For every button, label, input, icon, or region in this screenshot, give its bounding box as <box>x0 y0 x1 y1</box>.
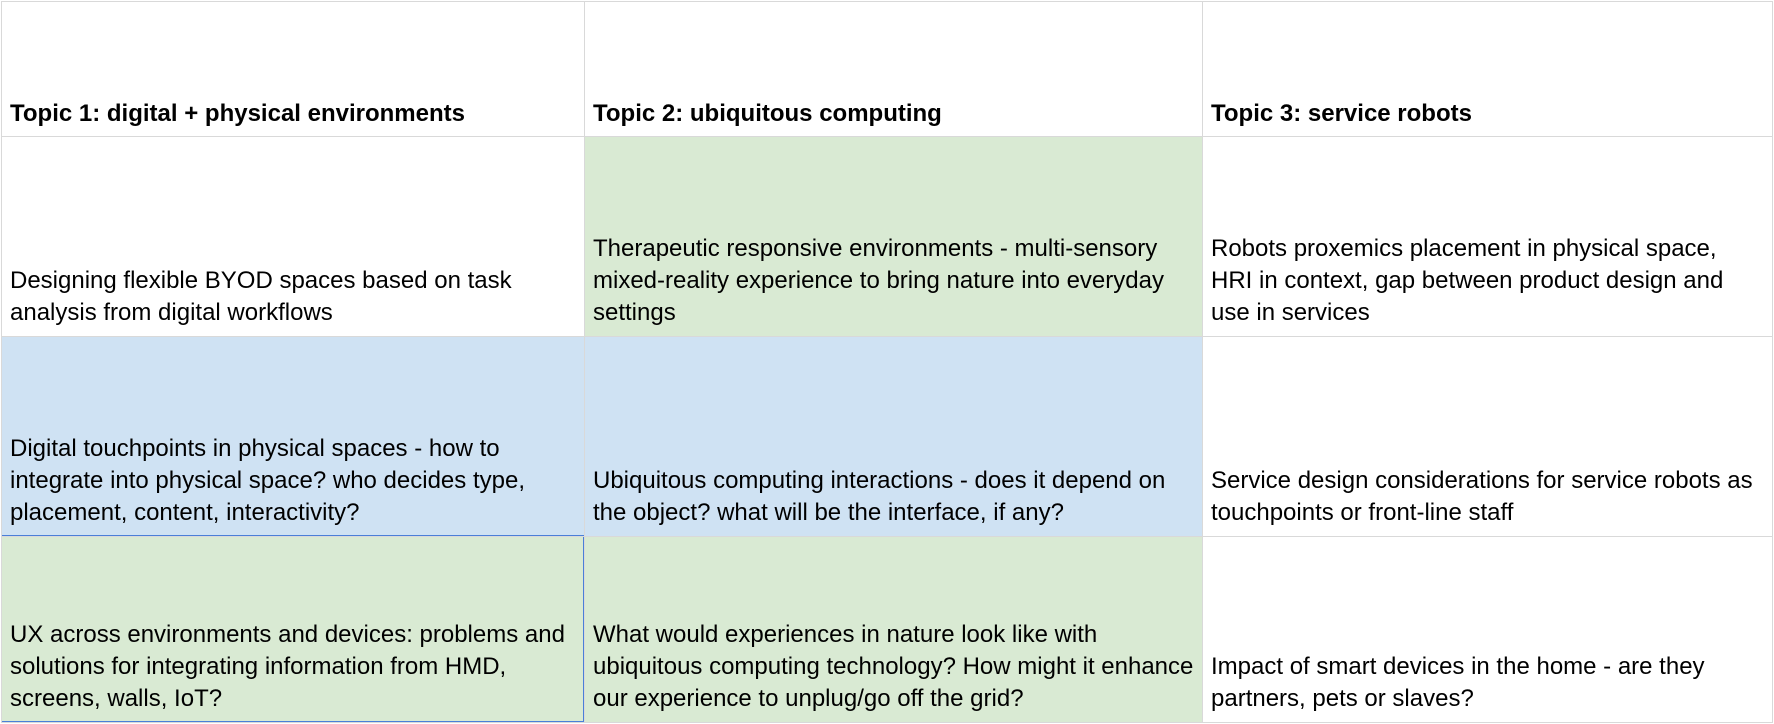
cell-text: Ubiquitous computing interactions - does… <box>593 467 1166 526</box>
cell-r1-c1[interactable]: Designing flexible BYOD spaces based on … <box>1 137 585 337</box>
cell-text: UX across environments and devices: prob… <box>10 621 565 712</box>
header-cell-topic-1[interactable]: Topic 1: digital + physical environments <box>1 1 585 137</box>
cell-r2-c2[interactable]: Ubiquitous computing interactions - does… <box>585 337 1203 537</box>
cell-r1-c2[interactable]: Therapeutic responsive environments - mu… <box>585 137 1203 337</box>
header-text: Topic 3: service robots <box>1211 100 1472 127</box>
cell-r3-c2[interactable]: What would experiences in nature look li… <box>585 537 1203 723</box>
cell-text: Therapeutic responsive environments - mu… <box>593 235 1164 326</box>
cell-text: Digital touchpoints in physical spaces -… <box>10 435 525 526</box>
cell-text: Robots proxemics placement in physical s… <box>1211 235 1724 326</box>
header-cell-topic-2[interactable]: Topic 2: ubiquitous computing <box>585 1 1203 137</box>
cell-text: Service design considerations for servic… <box>1211 467 1753 526</box>
spreadsheet-grid: Topic 1: digital + physical environments… <box>1 1 1773 723</box>
cell-text: Designing flexible BYOD spaces based on … <box>10 267 512 326</box>
header-text: Topic 1: digital + physical environments <box>10 100 465 127</box>
cell-r3-c1[interactable]: UX across environments and devices: prob… <box>1 537 585 723</box>
cell-text: What would experiences in nature look li… <box>593 621 1194 712</box>
cell-text: Impact of smart devices in the home - ar… <box>1211 653 1705 712</box>
header-text: Topic 2: ubiquitous computing <box>593 100 942 127</box>
cell-r2-c1[interactable]: Digital touchpoints in physical spaces -… <box>1 337 585 537</box>
header-cell-topic-3[interactable]: Topic 3: service robots <box>1203 1 1773 137</box>
cell-r1-c3[interactable]: Robots proxemics placement in physical s… <box>1203 137 1773 337</box>
cell-r3-c3[interactable]: Impact of smart devices in the home - ar… <box>1203 537 1773 723</box>
cell-r2-c3[interactable]: Service design considerations for servic… <box>1203 337 1773 537</box>
